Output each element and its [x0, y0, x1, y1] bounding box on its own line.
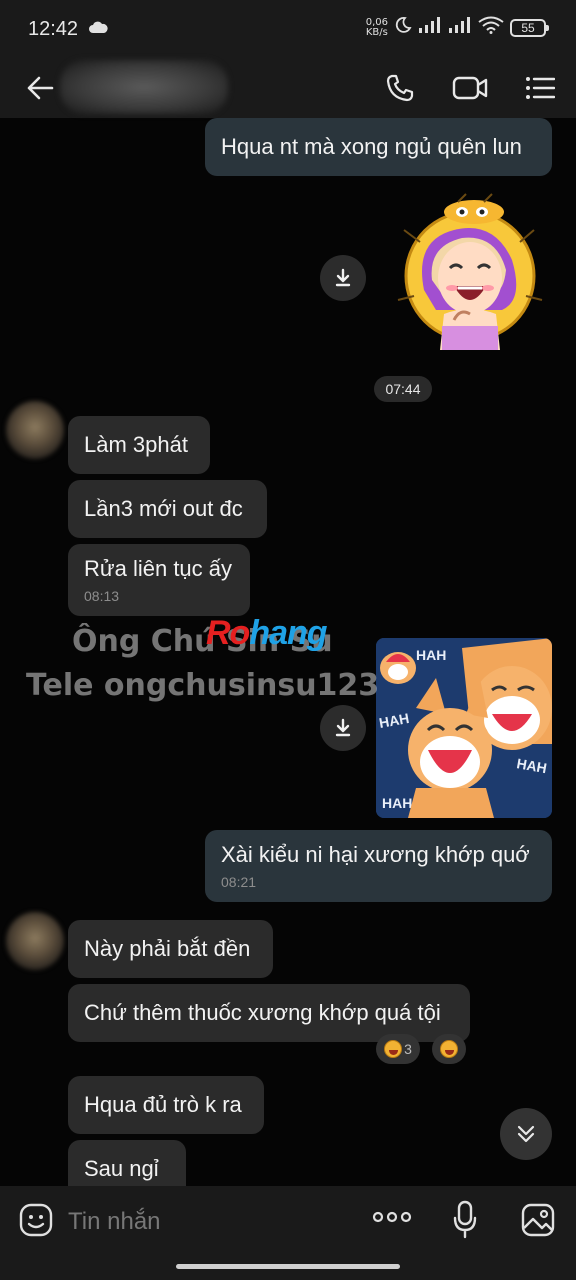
- signal-icon-2: [448, 16, 472, 39]
- girl-laughing-sticker[interactable]: [384, 190, 554, 370]
- status-bar: 12:42 0,06 KB/s 55: [0, 0, 576, 58]
- wifi-icon: [478, 16, 504, 39]
- scroll-to-bottom-button[interactable]: [500, 1108, 552, 1160]
- avatar[interactable]: [6, 401, 64, 459]
- status-time: 12:42: [28, 18, 79, 40]
- download-button[interactable]: [320, 255, 366, 301]
- net-speed-unit: KB/s: [365, 26, 388, 38]
- download-icon: [335, 718, 351, 737]
- message-text: Sau ngỉ: [84, 1156, 159, 1181]
- download-icon: [335, 268, 351, 287]
- more-options-icon[interactable]: [372, 1210, 412, 1229]
- incoming-message[interactable]: Hqua đủ trò k ra: [68, 1076, 264, 1134]
- back-arrow-icon[interactable]: [18, 66, 62, 110]
- laughing-face-icon: [440, 1040, 458, 1058]
- message-time: 08:21: [221, 874, 257, 890]
- incoming-message[interactable]: Này phải bắt đền: [68, 920, 273, 978]
- add-reaction-button[interactable]: [432, 1034, 466, 1064]
- time-separator: 07:44: [374, 376, 432, 402]
- message-text: Lần3 mới out đc: [84, 496, 243, 521]
- message-text: Hqua nt mà xong ngủ quên lun: [221, 134, 522, 159]
- brand-watermark: Rohang: [206, 614, 328, 653]
- message-text: Này phải bắt đền: [84, 936, 251, 961]
- net-speed: 0,06 KB/s: [365, 16, 388, 38]
- battery-indicator: 55: [510, 18, 549, 37]
- status-indicators: 0,06 KB/s 55: [365, 16, 549, 39]
- image-gallery-icon[interactable]: [520, 1202, 556, 1243]
- outgoing-message[interactable]: Hqua nt mà xong ngủ quên lun: [205, 118, 552, 176]
- brand-part-2: hang: [249, 614, 327, 652]
- microphone-icon[interactable]: [452, 1200, 478, 1245]
- cloud-icon: [88, 20, 108, 39]
- incoming-message[interactable]: Làm 3phát: [68, 416, 210, 474]
- incoming-message[interactable]: Rửa liên tục ấy 08:13: [68, 544, 250, 616]
- incoming-message[interactable]: Lần3 mới out đc: [68, 480, 267, 538]
- message-time: 08:13: [84, 588, 120, 604]
- chat-header: [0, 58, 576, 118]
- message-text: Xài kiểu ni hại xương khớp quớ: [221, 842, 530, 867]
- message-text: Chứ thêm thuốc xương khớp quá tội: [84, 1000, 441, 1025]
- incoming-message[interactable]: Sau ngỉ: [68, 1140, 186, 1186]
- reaction-count: 3: [404, 1041, 412, 1057]
- menu-list-icon[interactable]: [518, 66, 562, 110]
- navigation-gesture-bar[interactable]: [176, 1264, 400, 1269]
- video-call-icon[interactable]: [448, 66, 492, 110]
- message-input[interactable]: Tin nhắn: [68, 1208, 161, 1236]
- watermark-line-2: Tele ongchusinsu123: [26, 668, 380, 703]
- message-text: Hqua đủ trò k ra: [84, 1092, 242, 1117]
- chat-area[interactable]: Hqua nt mà xong ngủ quên lun 07:44 Làm 3…: [0, 118, 576, 1186]
- outgoing-message[interactable]: Xài kiểu ni hại xương khớp quớ 08:21: [205, 830, 552, 902]
- reaction-badge[interactable]: 3: [376, 1034, 420, 1064]
- download-button[interactable]: [320, 705, 366, 751]
- message-text: Làm 3phát: [84, 432, 188, 457]
- net-speed-value: 0,06: [365, 16, 388, 28]
- incoming-message[interactable]: Chứ thêm thuốc xương khớp quá tội: [68, 984, 470, 1042]
- laughing-face-icon: [384, 1040, 403, 1058]
- phone-icon[interactable]: [378, 66, 422, 110]
- double-chevron-down-icon: [517, 1125, 535, 1143]
- emoji-sticker-icon[interactable]: [18, 1202, 54, 1243]
- signal-icon: [418, 16, 442, 39]
- message-text: Rửa liên tục ấy: [84, 556, 233, 581]
- brand-part-1: Ro: [206, 614, 250, 652]
- moon-icon: [394, 16, 412, 39]
- contact-name-blurred[interactable]: [60, 60, 228, 114]
- fox-laughing-sticker[interactable]: HAH HAH HAH HAH: [376, 638, 552, 818]
- avatar[interactable]: [6, 912, 64, 970]
- sticker-text: HAH: [382, 795, 412, 811]
